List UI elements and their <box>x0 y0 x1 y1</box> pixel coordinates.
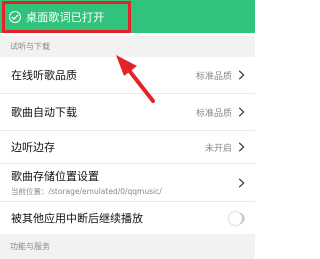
row-label: 边听边存 <box>11 141 55 154</box>
row-value: 未开启 <box>204 143 232 154</box>
section-title: 试听与下载 <box>10 42 50 51</box>
row-listen-cache[interactable]: 边听边存 未开启 <box>0 131 255 164</box>
chevron-right-icon <box>238 70 245 80</box>
row-label: 歌曲自动下载 <box>11 106 77 119</box>
row-label: 在线听歌品质 <box>11 69 77 82</box>
resume-toggle[interactable] <box>229 211 245 225</box>
row-storage-location[interactable]: 歌曲存储位置设置 当前位置：/storage/emulated/0/qqmusi… <box>0 164 255 202</box>
section-header-listen-download: 试听与下载 <box>0 36 255 57</box>
row-label: 被其他应用中断后继续播放 <box>11 212 143 225</box>
row-label: 歌曲存储位置设置 <box>11 170 99 183</box>
row-value: 标准品质 <box>195 108 232 119</box>
chevron-right-icon <box>238 107 245 117</box>
row-resume-playback: 被其他应用中断后继续播放 <box>0 202 255 234</box>
annotation-highlight-box <box>2 1 131 33</box>
section-title: 功能与服务 <box>10 242 50 251</box>
row-subtext: 当前位置：/storage/emulated/0/qqmusic/ <box>11 187 162 196</box>
row-online-quality[interactable]: 在线听歌品质 标准品质 <box>0 57 255 94</box>
chevron-right-icon <box>238 142 245 152</box>
chevron-right-icon <box>238 177 245 188</box>
toggle-knob <box>229 211 242 225</box>
row-value: 标准品质 <box>195 71 232 82</box>
row-text-stack: 歌曲存储位置设置 当前位置：/storage/emulated/0/qqmusi… <box>11 168 238 197</box>
section-header-features: 功能与服务 <box>0 234 255 259</box>
row-auto-download[interactable]: 歌曲自动下载 标准品质 <box>0 94 255 131</box>
